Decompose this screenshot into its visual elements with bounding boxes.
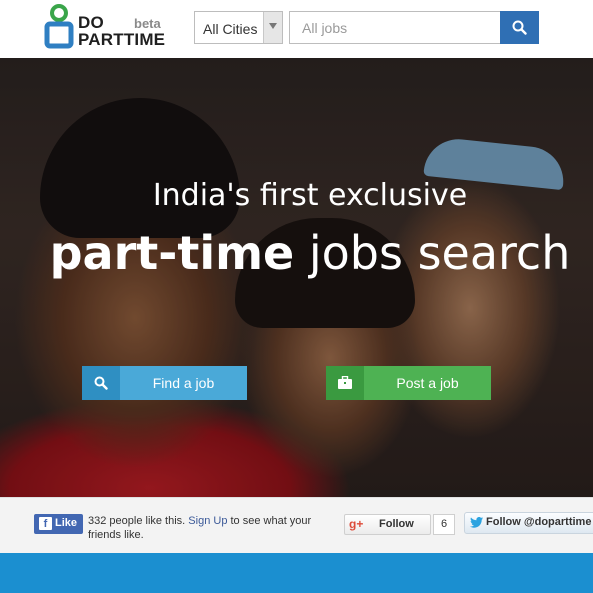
facebook-like-text: 332 people like this. Sign Up to see wha… <box>88 514 328 542</box>
site-header: DO PARTTIME beta All Cities <box>0 0 593 58</box>
bottom-band <box>0 553 593 593</box>
logo[interactable]: DO PARTTIME beta <box>44 4 166 52</box>
hero-title-bold: part-time <box>49 226 295 280</box>
beta-badge: beta <box>134 16 161 31</box>
find-job-label: Find a job <box>152 375 215 391</box>
search-icon <box>94 376 108 390</box>
google-plus-follow-button[interactable]: g+ Follow <box>344 514 431 535</box>
logo-person-icon <box>44 4 74 49</box>
facebook-like-count: 332 people like this. <box>88 515 186 527</box>
dropdown-arrow[interactable] <box>263 12 282 43</box>
social-bar: f Like 332 people like this. Sign Up to … <box>0 497 593 554</box>
twitter-follow-label: Follow @doparttime <box>486 516 592 528</box>
find-job-button[interactable]: Find a job <box>82 366 247 400</box>
google-plus-count: 6 <box>433 514 455 535</box>
search-button[interactable] <box>500 11 539 44</box>
post-job-label: Post a job <box>396 375 459 391</box>
post-job-button[interactable]: Post a job <box>326 366 491 400</box>
google-plus-icon: g+ <box>349 517 364 531</box>
find-job-icon-box <box>82 366 120 400</box>
facebook-icon: f <box>39 517 52 530</box>
twitter-bird-icon <box>470 517 483 528</box>
twitter-follow-button[interactable]: Follow @doparttime <box>464 512 593 534</box>
briefcase-icon <box>338 376 352 389</box>
facebook-like-button[interactable]: f Like <box>34 514 83 534</box>
city-select[interactable]: All Cities <box>194 11 283 44</box>
triangle-down-icon <box>269 23 277 29</box>
post-job-icon-box <box>326 366 364 400</box>
facebook-signup-link[interactable]: Sign Up <box>188 515 227 527</box>
hero-title: part-time jobs search <box>0 226 593 280</box>
logo-line-2: PARTTIME <box>78 30 166 49</box>
hero-subtitle: India's first exclusive <box>152 178 468 213</box>
google-plus-follow-label: Follow <box>379 518 414 530</box>
hero-banner: India's first exclusive part-time jobs s… <box>0 58 593 497</box>
city-select-value: All Cities <box>203 21 258 37</box>
search-icon <box>512 20 527 35</box>
hero-title-rest: jobs search <box>294 226 571 280</box>
facebook-like-label: Like <box>55 517 78 529</box>
job-search-input[interactable] <box>289 11 501 44</box>
